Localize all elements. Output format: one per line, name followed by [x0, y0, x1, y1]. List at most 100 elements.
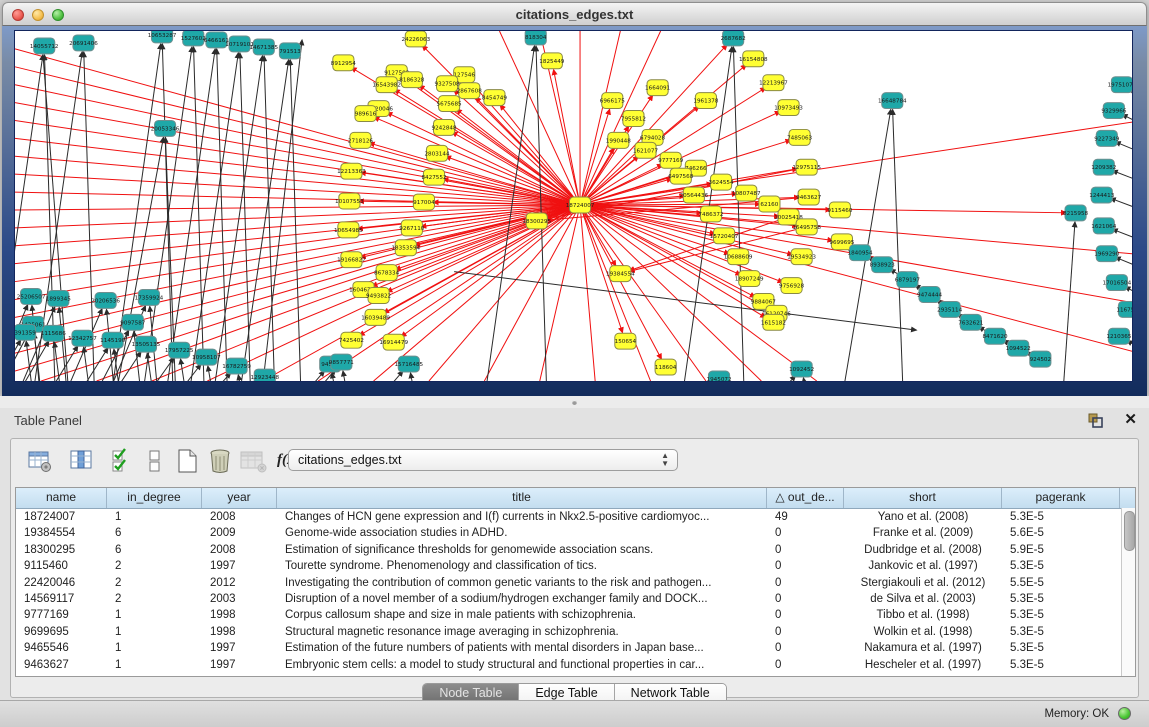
column-header-short[interactable]: short	[844, 488, 1002, 508]
graph-node[interactable]: 9857771	[329, 354, 355, 370]
graph-node[interactable]: 16154808	[739, 51, 768, 67]
table-row[interactable]: 969969511998Structural magnetic resonanc…	[16, 624, 1135, 640]
graph-node[interactable]: 791513	[279, 43, 301, 59]
graph-node[interactable]: 19751074	[1108, 77, 1132, 93]
graph-node[interactable]: 20053346	[151, 120, 180, 136]
graph-node[interactable]: 1664091	[645, 80, 671, 96]
column-header-out_degree[interactable]: △ out_de...	[767, 488, 844, 508]
graph-node[interactable]: 2718126	[348, 132, 374, 148]
divider-grip-icon[interactable]	[572, 400, 577, 405]
scrollbar-thumb[interactable]	[1124, 511, 1135, 551]
graph-node[interactable]: 20564436	[680, 187, 709, 203]
graph-hub-node[interactable]: 18724007	[566, 197, 595, 213]
graph-node[interactable]: 9777169	[658, 152, 684, 168]
graph-node[interactable]: 16039489	[361, 309, 390, 325]
graph-node[interactable]: 20691406	[69, 35, 98, 51]
graph-node[interactable]: 2803144	[424, 145, 450, 161]
graph-node[interactable]: 9463627	[796, 189, 822, 205]
graph-node[interactable]: 16543982	[372, 77, 401, 93]
graph-node[interactable]: 12923448	[250, 369, 279, 381]
table-row[interactable]: 1456911722003Disruption of a novel membe…	[16, 591, 1135, 607]
graph-node[interactable]: 8215958	[1063, 205, 1089, 221]
graph-node[interactable]: 6497568	[668, 168, 694, 184]
graph-node[interactable]: 15716485	[394, 356, 423, 372]
graph-node[interactable]: 24226063	[402, 31, 431, 47]
column-header-title[interactable]: title	[277, 488, 767, 508]
graph-node[interactable]: 14671385	[249, 39, 278, 55]
graph-node[interactable]: 917004	[413, 194, 435, 210]
graph-node[interactable]: 989616	[355, 106, 377, 122]
graph-node[interactable]: 1094522	[1006, 340, 1031, 356]
table-row[interactable]: 977716911998Corpus callosum shape and si…	[16, 607, 1135, 623]
graph-node[interactable]: 1145190	[100, 332, 126, 348]
graph-node[interactable]: 1840954	[848, 245, 874, 261]
graph-node[interactable]: 118604	[655, 359, 677, 375]
table-row[interactable]: 1830029562008Estimation of significance …	[16, 542, 1135, 558]
graph-node[interactable]: 7632621	[958, 314, 984, 330]
graph-node[interactable]: 9329966	[1101, 103, 1127, 119]
graph-node[interactable]: 20206536	[91, 293, 120, 309]
graph-node[interactable]: 13505135	[132, 336, 161, 352]
table-mode-icon[interactable]	[27, 448, 55, 476]
graph-node[interactable]: 1115686	[41, 325, 67, 341]
graph-node[interactable]: 1210365	[1106, 328, 1132, 344]
graph-node[interactable]: 1945072	[707, 371, 732, 381]
graph-node[interactable]: 6966175	[600, 93, 626, 109]
network-window-titlebar[interactable]: citations_edges.txt	[2, 2, 1147, 26]
graph-node[interactable]: 14055712	[30, 38, 59, 54]
graph-node[interactable]: 7425402	[339, 332, 364, 348]
close-panel-icon[interactable]: ✕	[1124, 410, 1137, 428]
graph-node[interactable]: 9227349	[1094, 130, 1120, 146]
table-row[interactable]: 1872400712008Changes of HCN gene express…	[16, 509, 1135, 525]
table-row[interactable]: 946554611997Estimation of the future num…	[16, 640, 1135, 656]
graph-node[interactable]: 8454749	[482, 90, 508, 106]
node-table[interactable]: namein_degreeyeartitle△ out_de...shortpa…	[15, 487, 1136, 677]
graph-node[interactable]: 2687682	[721, 31, 746, 46]
graph-node[interactable]: 16648784	[878, 93, 907, 109]
graph-node[interactable]: 19534923	[787, 249, 816, 265]
graph-node[interactable]: 391359	[15, 324, 36, 340]
graph-node[interactable]: 3624554	[709, 174, 735, 190]
graph-node[interactable]: 7486372	[698, 206, 723, 222]
graph-node[interactable]: 818304	[525, 31, 547, 45]
graph-node[interactable]: 6879197	[895, 272, 921, 288]
graph-node[interactable]: 150654	[615, 333, 637, 349]
graph-node[interactable]: 1961378	[693, 93, 719, 109]
graph-node[interactable]: 1825449	[539, 53, 565, 69]
graph-node[interactable]: 1167533	[1116, 301, 1132, 317]
graph-node[interactable]: 1969290	[1094, 246, 1120, 262]
table-row[interactable]: 946362711997Embryonic stem cells: a mode…	[16, 657, 1135, 673]
graph-node[interactable]: 62160	[759, 196, 780, 212]
graph-node[interactable]: 16914479	[379, 334, 408, 350]
graph-node[interactable]: 10107553	[335, 193, 364, 209]
delete-column-icon[interactable]	[207, 448, 235, 476]
table-row[interactable]: 911546021997Tourette syndrome. Phenomeno…	[16, 558, 1135, 574]
graph-node[interactable]: 1621077	[633, 142, 659, 158]
graph-node[interactable]: 9756928	[779, 278, 805, 294]
column-header-name[interactable]: name	[16, 488, 107, 508]
graph-node[interactable]: 12342757	[68, 330, 97, 346]
graph-node[interactable]: 8938923	[870, 257, 896, 273]
graph-node[interactable]: 17957225	[165, 342, 194, 358]
graph-node[interactable]: 9242848	[432, 119, 458, 135]
graph-node[interactable]: 17016504	[1103, 275, 1132, 291]
show-columns-icon[interactable]	[69, 448, 97, 476]
graph-node[interactable]: 9493822	[366, 288, 391, 304]
graph-node[interactable]: 25206507	[17, 289, 46, 305]
merge-rows-icon[interactable]	[145, 448, 173, 476]
graph-node[interactable]: 1092452	[789, 361, 814, 377]
graph-node[interactable]: 10688609	[724, 249, 753, 265]
graph-node[interactable]: 1244413	[1089, 187, 1115, 203]
graph-node[interactable]: 8186328	[399, 72, 425, 88]
graph-node[interactable]: 17359924	[135, 290, 164, 306]
table-selector-dropdown[interactable]: citations_edges.txt ▲▼	[288, 449, 678, 471]
column-header-in_degree[interactable]: in_degree	[107, 488, 202, 508]
graph-node[interactable]: 9115460	[827, 202, 853, 218]
graph-node[interactable]: 2867608	[457, 83, 483, 99]
graph-node[interactable]: 5675685	[437, 96, 463, 112]
graph-node[interactable]: 10807487	[732, 185, 761, 201]
graph-node[interactable]: 7485063	[787, 129, 813, 145]
graph-node[interactable]: 12213967	[759, 75, 788, 91]
graph-node[interactable]: 18353594	[391, 240, 420, 256]
graph-node[interactable]: 16782759	[222, 358, 251, 374]
